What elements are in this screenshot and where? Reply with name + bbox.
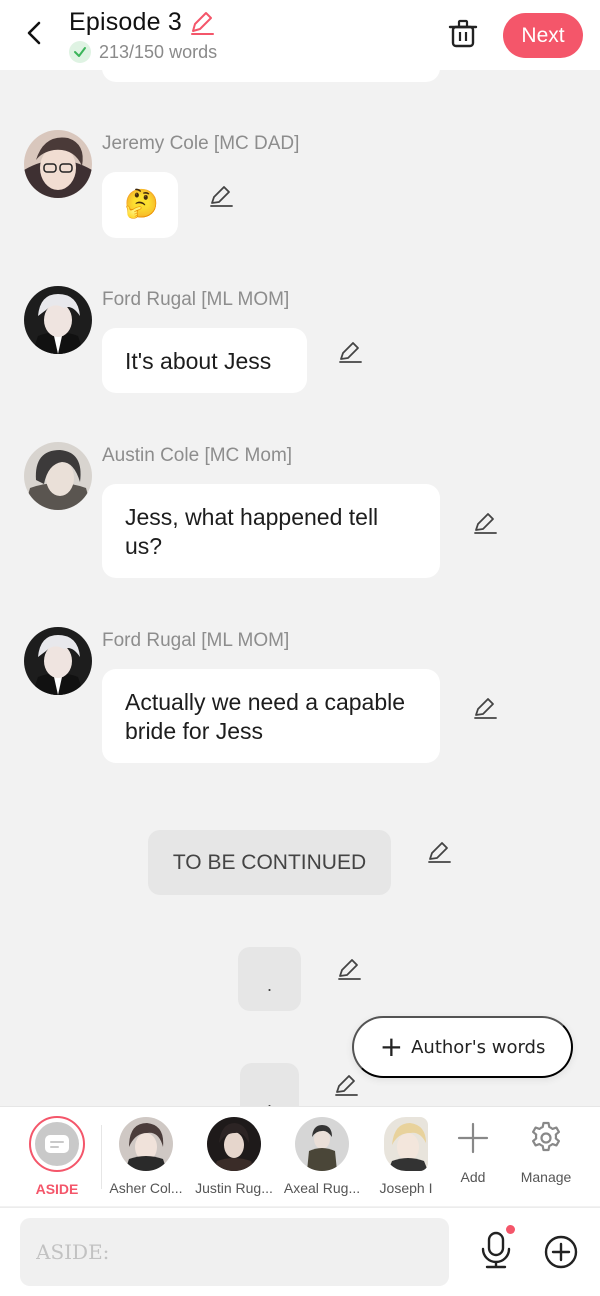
plus-circle-icon[interactable] (543, 1234, 579, 1270)
plus-icon: + (379, 1030, 404, 1063)
character-justin[interactable]: Justin Rug... (192, 1107, 276, 1207)
avatar[interactable] (24, 286, 92, 354)
input-bar (0, 1207, 600, 1296)
character-joseph[interactable]: Joseph I (364, 1107, 448, 1207)
microphone-icon[interactable] (478, 1230, 514, 1270)
character-label: ASIDE (35, 1181, 79, 1197)
add-label: Add (460, 1169, 486, 1185)
message-bubble[interactable]: 🤔 (102, 172, 178, 238)
avatar (384, 1117, 428, 1171)
pencil-icon[interactable] (333, 1072, 359, 1098)
aside-avatar-ring (29, 1116, 85, 1172)
aside-bubble[interactable]: . (238, 947, 301, 1011)
aside-bubble[interactable]: . (240, 1063, 299, 1106)
character-aside[interactable]: ASIDE (15, 1107, 99, 1207)
character-strip[interactable]: ASIDE Asher Col... Justin Rug... Axeal R… (0, 1106, 600, 1206)
back-arrow-icon[interactable] (18, 16, 52, 50)
character-label: Justin Rug... (195, 1180, 273, 1196)
speaker-name: Ford Rugal [ML MOM] (102, 630, 290, 651)
episode-title-block: Episode 3 213/150 words (69, 8, 217, 63)
pencil-icon[interactable] (336, 956, 362, 982)
avatar (119, 1117, 173, 1171)
next-button[interactable]: Next (503, 13, 583, 58)
message-bubble[interactable]: Actually we need a capable bride for Jes… (102, 669, 440, 763)
pencil-icon[interactable] (188, 9, 216, 37)
speaker-name: Austin Cole [MC Mom] (102, 445, 293, 466)
aside-icon (35, 1122, 79, 1166)
pencil-icon[interactable] (426, 839, 452, 865)
manage-label: Manage (520, 1169, 572, 1185)
aside-input[interactable] (20, 1218, 449, 1286)
plus-icon (457, 1122, 489, 1154)
character-asher[interactable]: Asher Col... (104, 1107, 188, 1207)
add-character-button[interactable]: Add (440, 1107, 506, 1207)
speaker-name: Jeremy Cole [MC DAD] (102, 133, 300, 154)
message-bubble[interactable] (102, 70, 440, 82)
word-count: 213/150 words (99, 41, 218, 62)
gear-icon (532, 1121, 560, 1152)
top-bar: Episode 3 213/150 words Next (0, 0, 600, 70)
aside-bubble[interactable]: TO BE CONTINUED (148, 830, 391, 895)
divider (101, 1125, 102, 1189)
check-icon (69, 41, 91, 63)
avatar[interactable] (24, 130, 92, 198)
character-label: Axeal Rug... (283, 1180, 361, 1196)
pencil-icon[interactable] (208, 183, 234, 209)
manage-button[interactable]: Manage (511, 1107, 581, 1207)
chat-area[interactable]: Jeremy Cole [MC DAD] 🤔 Ford Rugal [ML MO… (0, 70, 600, 1106)
message-bubble[interactable]: It's about Jess (102, 328, 307, 393)
message-bubble[interactable]: Jess, what happened tell us? (102, 484, 440, 578)
avatar[interactable] (24, 442, 92, 510)
avatar (295, 1117, 349, 1171)
speaker-name: Ford Rugal [ML MOM] (102, 289, 290, 310)
trash-icon[interactable] (446, 17, 480, 51)
character-label: Joseph I (379, 1180, 433, 1196)
authors-words-button[interactable]: + Author's words (352, 1016, 573, 1078)
avatar[interactable] (24, 627, 92, 695)
avatar (207, 1117, 261, 1171)
episode-title[interactable]: Episode 3 (69, 8, 182, 37)
pencil-icon[interactable] (472, 695, 498, 721)
recording-indicator (506, 1225, 515, 1234)
character-axeal[interactable]: Axeal Rug... (280, 1107, 364, 1207)
authors-words-label: Author's words (411, 1036, 546, 1058)
pencil-icon[interactable] (472, 510, 498, 536)
character-label: Asher Col... (109, 1180, 183, 1196)
pencil-icon[interactable] (337, 339, 363, 365)
